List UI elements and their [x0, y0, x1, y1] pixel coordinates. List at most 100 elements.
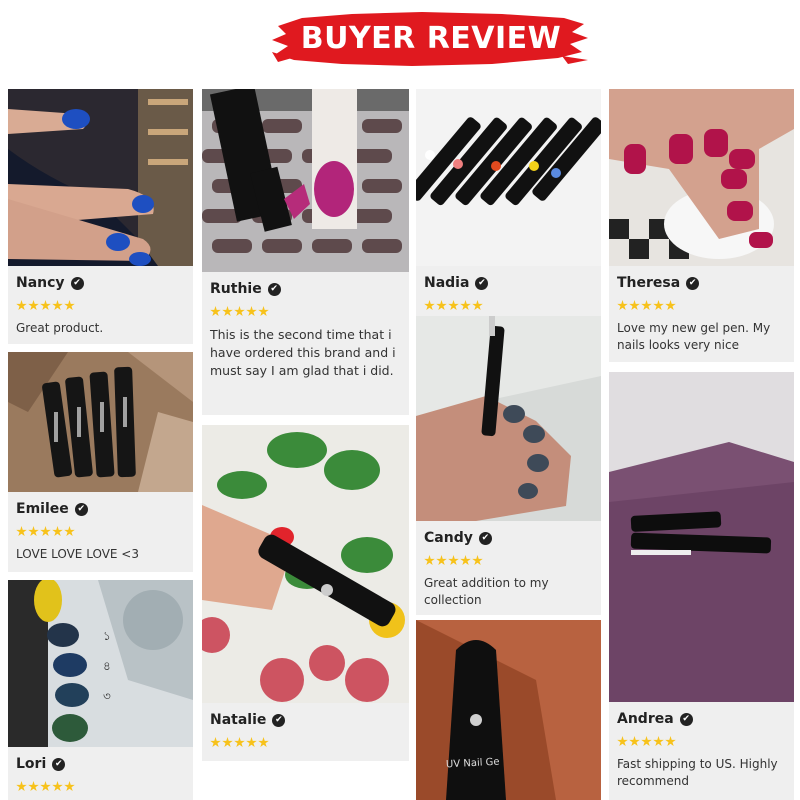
star-icon — [653, 300, 664, 311]
check-circle-icon: ✔ — [475, 276, 489, 290]
star-icon — [629, 736, 640, 747]
review-card-emilee: Emilee ✔ LOVE LOVE LOVE <3 — [8, 492, 193, 572]
check-circle-icon: ✔ — [70, 276, 84, 290]
review-photo-emilee — [8, 352, 193, 492]
star-rating — [16, 300, 75, 312]
svg-text:১: ১ — [103, 629, 111, 643]
star-icon — [28, 526, 39, 537]
check-circle-icon: ✔ — [478, 531, 492, 545]
star-icon — [448, 555, 459, 566]
star-icon — [28, 300, 39, 311]
review-text: Love my new gel pen. My nails looks very… — [617, 321, 771, 352]
star-icon — [472, 555, 483, 566]
star-icon — [629, 300, 640, 311]
review-photo-nadia — [416, 89, 601, 266]
check-circle-icon: ✔ — [74, 502, 88, 516]
star-rating — [424, 555, 483, 567]
reviewer-name: Ruthie — [210, 281, 262, 297]
review-text: Great addition to my collection — [424, 576, 549, 607]
reviewer-name: Lori — [16, 756, 47, 772]
star-icon — [436, 300, 447, 311]
star-icon — [52, 781, 63, 792]
star-icon — [64, 300, 75, 311]
star-icon — [665, 736, 676, 747]
review-card-andrea: Andrea ✔ Fast shipping to US. Highly reco… — [609, 702, 794, 800]
star-icon — [234, 306, 245, 317]
svg-text:৪: ৪ — [103, 659, 111, 673]
review-card-nadia: Nadia ✔ — [416, 266, 601, 316]
star-icon — [52, 300, 63, 311]
check-circle-icon: ✔ — [52, 757, 66, 771]
star-rating — [424, 300, 483, 312]
review-card-ruthie: Ruthie ✔ This is the second time that i h… — [202, 272, 409, 415]
review-card-theresa: Theresa ✔ Love my new gel pen. My nails l… — [609, 266, 794, 362]
star-icon — [40, 300, 51, 311]
review-card-candy: Candy ✔ Great addition to my collection — [416, 521, 601, 615]
review-photo-product: UV Nail Ge — [416, 620, 601, 800]
reviewer-name: Emilee — [16, 501, 69, 517]
star-icon — [52, 526, 63, 537]
star-icon — [460, 555, 471, 566]
star-icon — [641, 736, 652, 747]
star-icon — [472, 300, 483, 311]
check-circle-icon: ✔ — [679, 712, 693, 726]
star-icon — [210, 737, 221, 748]
star-icon — [16, 526, 27, 537]
reviewer-name: Theresa — [617, 275, 681, 291]
review-photo-natalie — [202, 425, 409, 703]
review-photo-candy — [416, 316, 601, 521]
star-icon — [28, 781, 39, 792]
star-icon — [436, 555, 447, 566]
review-text: Great product. — [16, 321, 104, 335]
review-photo-nancy — [8, 89, 193, 266]
star-rating — [210, 306, 269, 318]
star-icon — [64, 781, 75, 792]
star-icon — [424, 555, 435, 566]
star-icon — [424, 300, 435, 311]
star-rating — [16, 526, 75, 538]
check-circle-icon: ✔ — [272, 713, 286, 727]
star-icon — [665, 300, 676, 311]
star-rating — [617, 300, 676, 312]
star-icon — [210, 306, 221, 317]
star-icon — [617, 736, 628, 747]
star-icon — [40, 781, 51, 792]
review-card-lori: Lori ✔ — [8, 747, 193, 800]
reviewer-name: Nancy — [16, 275, 65, 291]
star-icon — [448, 300, 459, 311]
star-icon — [258, 306, 269, 317]
star-icon — [64, 526, 75, 537]
review-photo-theresa — [609, 89, 794, 266]
review-photo-lori: ১ ৪ ৩ — [8, 580, 193, 747]
star-icon — [16, 300, 27, 311]
star-icon — [222, 306, 233, 317]
review-card-nancy: Nancy ✔ Great product. — [8, 266, 193, 344]
star-icon — [16, 781, 27, 792]
review-text: This is the second time that i have orde… — [210, 327, 396, 378]
reviewer-name: Candy — [424, 530, 473, 546]
reviewer-name: Natalie — [210, 712, 267, 728]
star-rating — [210, 737, 269, 749]
star-icon — [246, 306, 257, 317]
review-card-natalie: Natalie ✔ — [202, 703, 409, 761]
star-rating — [16, 781, 75, 793]
check-circle-icon: ✔ — [267, 282, 281, 296]
buyer-review-banner: BUYER REVIEW — [272, 8, 590, 72]
banner-title: BUYER REVIEW — [300, 20, 562, 56]
reviewer-name: Nadia — [424, 275, 470, 291]
review-text: LOVE LOVE LOVE <3 — [16, 547, 139, 561]
star-icon — [258, 737, 269, 748]
review-photo-andrea — [609, 372, 794, 702]
review-photo-ruthie — [202, 89, 409, 272]
review-text: Fast shipping to US. Highly recommend — [617, 757, 778, 788]
star-icon — [617, 300, 628, 311]
star-icon — [653, 736, 664, 747]
check-circle-icon: ✔ — [686, 276, 700, 290]
star-icon — [40, 526, 51, 537]
star-icon — [222, 737, 233, 748]
svg-text:৩: ৩ — [103, 689, 111, 703]
star-icon — [246, 737, 257, 748]
star-icon — [641, 300, 652, 311]
reviewer-name: Andrea — [617, 711, 674, 727]
star-rating — [617, 736, 676, 748]
